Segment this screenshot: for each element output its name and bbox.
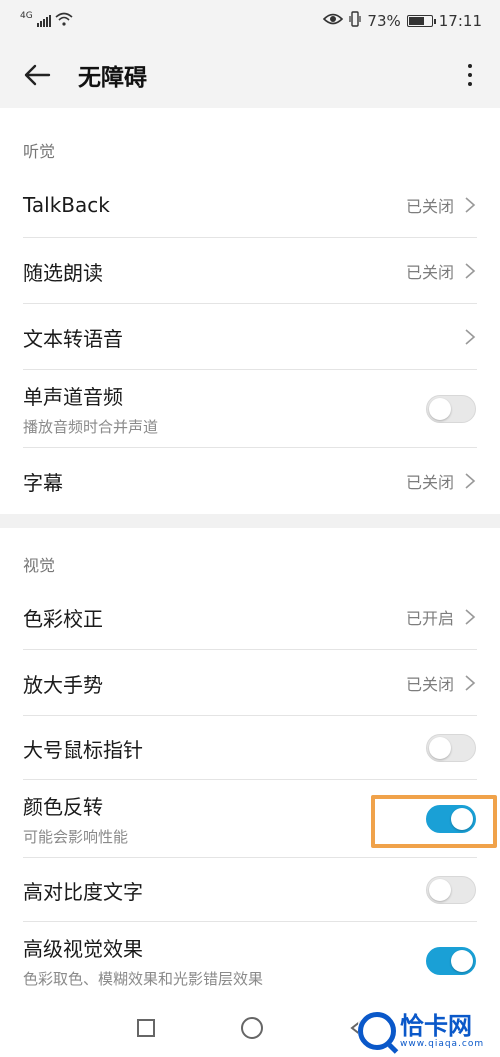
section-header-hearing: 听觉 (23, 142, 56, 161)
back-arrow-icon[interactable] (22, 60, 52, 90)
setting-large-mouse-pointer[interactable]: 大号鼠标指针 (0, 716, 500, 780)
setting-value: 已关闭 (405, 197, 454, 216)
setting-value: 已关闭 (405, 263, 454, 282)
battery-icon (406, 15, 436, 27)
setting-advanced-visual-effects[interactable]: 高级视觉效果 色彩取色、模糊效果和光影错层效果 (0, 922, 500, 1000)
chevron-right-icon (465, 675, 476, 691)
more-vertical-icon[interactable] (458, 58, 482, 92)
setting-talkback[interactable]: TalkBack 已关闭 (0, 172, 500, 238)
setting-label: 高对比度文字 (23, 879, 143, 904)
setting-color-correction[interactable]: 色彩校正 已开启 (0, 584, 500, 650)
setting-magnification-gestures[interactable]: 放大手势 已关闭 (0, 650, 500, 716)
watermark-logo-icon (358, 1012, 396, 1050)
vibrate-icon (349, 11, 362, 31)
section-separator (0, 514, 500, 528)
eye-icon (323, 12, 344, 30)
setting-text-to-speech[interactable]: 文本转语音 (0, 304, 500, 370)
signal-icon (36, 15, 51, 27)
status-right: 73% 17:11 (323, 11, 482, 31)
setting-select-to-speak[interactable]: 随选朗读 已关闭 (0, 238, 500, 304)
network-type: 4G (20, 11, 33, 21)
battery-percent: 73% (367, 12, 401, 30)
status-left: 4G (20, 11, 73, 30)
setting-label: TalkBack (23, 193, 110, 217)
setting-value: 已关闭 (405, 473, 454, 492)
setting-description: 可能会影响性能 (23, 828, 129, 846)
home-icon[interactable] (241, 1017, 263, 1039)
chevron-right-icon (465, 473, 476, 489)
color-inversion-toggle[interactable] (426, 805, 476, 833)
status-bar: 4G 73% 17:11 (0, 0, 500, 42)
top-area: 4G 73% 17:11 无障碍 (0, 0, 500, 108)
watermark-url: www.qiaqa.com (400, 1039, 485, 1049)
mono-audio-toggle[interactable] (426, 395, 476, 423)
chevron-right-icon (465, 263, 476, 279)
setting-label: 随选朗读 (23, 260, 103, 285)
setting-label: 字幕 (23, 470, 63, 495)
chevron-right-icon (465, 609, 476, 625)
large-pointer-toggle[interactable] (426, 734, 476, 762)
setting-description: 播放音频时合并声道 (23, 418, 159, 436)
section-header-vision: 视觉 (23, 556, 56, 575)
setting-value: 已开启 (405, 609, 454, 628)
setting-label: 大号鼠标指针 (23, 737, 143, 762)
chevron-right-icon (465, 197, 476, 213)
watermark-text: 恰卡网 (400, 1012, 472, 1040)
setting-captions[interactable]: 字幕 已关闭 (0, 448, 500, 514)
page-title: 无障碍 (78, 65, 147, 91)
setting-label: 色彩校正 (23, 606, 103, 631)
recent-apps-icon[interactable] (137, 1019, 155, 1037)
setting-mono-audio[interactable]: 单声道音频 播放音频时合并声道 (0, 370, 500, 448)
chevron-right-icon (465, 329, 476, 345)
setting-label: 颜色反转 (23, 795, 103, 819)
setting-label: 放大手势 (23, 672, 103, 697)
app-bar: 无障碍 (0, 42, 500, 108)
setting-value: 已关闭 (405, 675, 454, 694)
setting-color-inversion[interactable]: 颜色反转 可能会影响性能 (0, 780, 500, 858)
setting-label: 高级视觉效果 (23, 937, 143, 961)
setting-label: 文本转语音 (23, 326, 123, 351)
wifi-icon (55, 12, 73, 30)
watermark: 恰卡网 www.qiaqa.com (358, 1009, 496, 1053)
clock: 17:11 (438, 12, 482, 30)
advanced-effects-toggle[interactable] (426, 947, 476, 975)
setting-description: 色彩取色、模糊效果和光影错层效果 (23, 970, 264, 988)
setting-high-contrast-text[interactable]: 高对比度文字 (0, 858, 500, 922)
setting-label: 单声道音频 (23, 385, 123, 409)
high-contrast-toggle[interactable] (426, 876, 476, 904)
